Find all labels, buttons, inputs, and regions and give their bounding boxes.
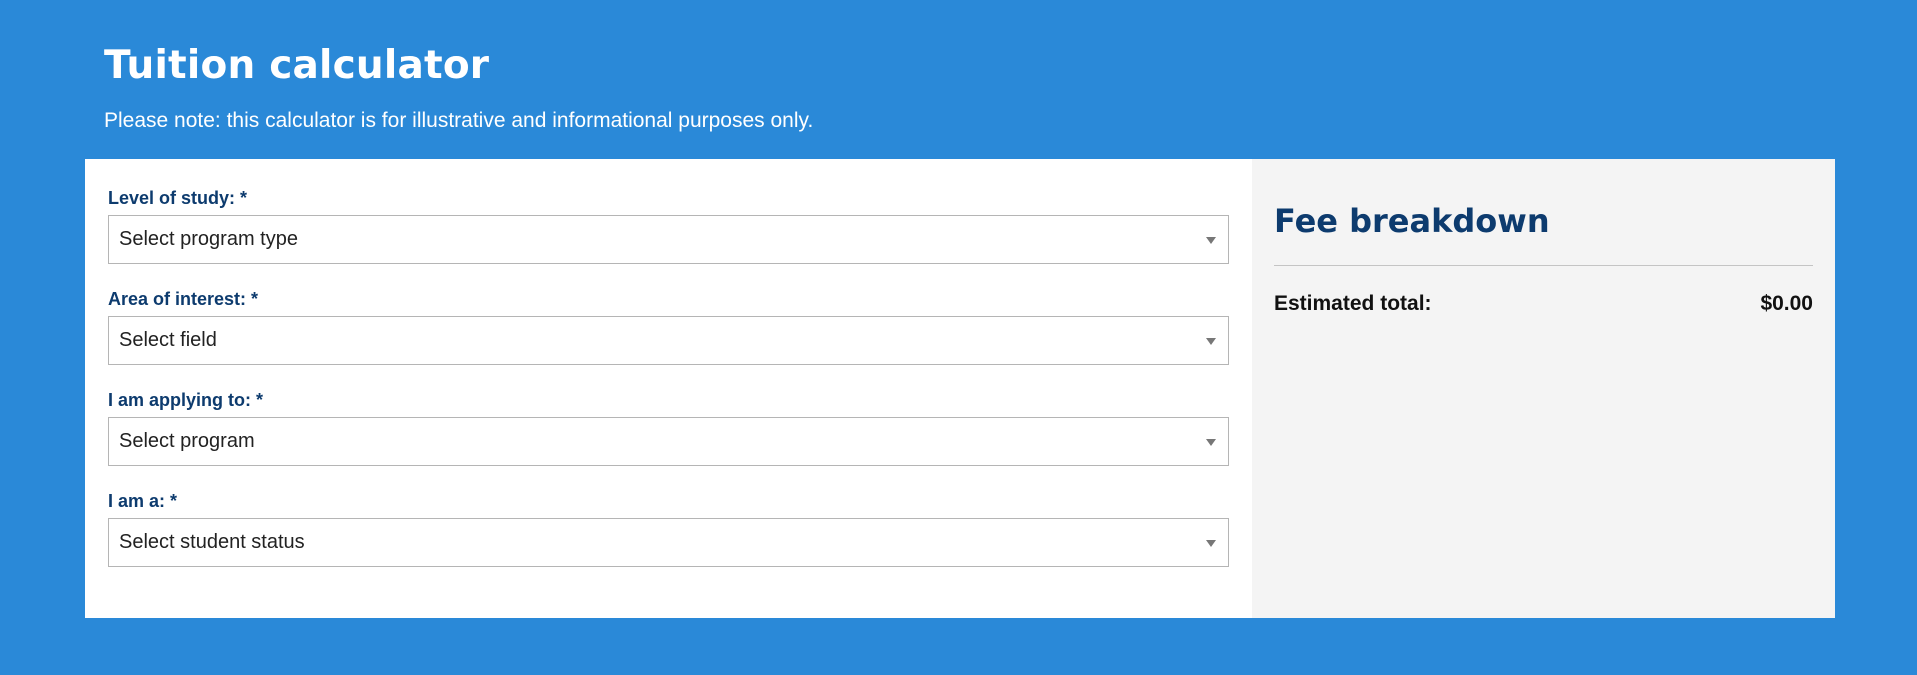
area-of-interest-select[interactable]: Select field	[108, 316, 1229, 365]
page-header: Tuition calculator Please note: this cal…	[104, 40, 813, 134]
level-of-study-value: Select program type	[119, 228, 298, 250]
estimated-total-label: Estimated total:	[1274, 292, 1432, 315]
student-status-select[interactable]: Select student status	[108, 518, 1229, 567]
disclaimer-note: Please note: this calculator is for illu…	[104, 109, 814, 132]
calculator-form: Level of study: * Select program type Ar…	[85, 159, 1252, 618]
student-status-field: I am a: * Select student status	[108, 490, 1229, 567]
chevron-down-icon	[1206, 539, 1216, 547]
applying-to-field: I am applying to: * Select program	[108, 389, 1229, 466]
estimated-total-value: $0.00	[1760, 292, 1813, 315]
chevron-down-icon	[1206, 337, 1216, 345]
level-of-study-select[interactable]: Select program type	[108, 215, 1229, 264]
calculator-card: Level of study: * Select program type Ar…	[85, 159, 1835, 618]
chevron-down-icon	[1206, 236, 1216, 244]
student-status-value: Select student status	[119, 531, 305, 553]
area-of-interest-value: Select field	[119, 329, 217, 351]
estimated-total-row: Estimated total: $0.00	[1274, 292, 1813, 316]
area-of-interest-label: Area of interest: *	[108, 289, 259, 309]
applying-to-select[interactable]: Select program	[108, 417, 1229, 466]
applying-to-value: Select program	[119, 430, 255, 452]
fee-breakdown-title: Fee breakdown	[1274, 202, 1550, 240]
student-status-label: I am a: *	[108, 491, 178, 511]
applying-to-label: I am applying to: *	[108, 390, 264, 410]
page-title: Tuition calculator	[104, 43, 490, 88]
fee-breakdown-panel: Fee breakdown Estimated total: $0.00	[1252, 159, 1835, 618]
level-of-study-label: Level of study: *	[108, 188, 248, 208]
area-of-interest-field: Area of interest: * Select field	[108, 288, 1229, 365]
chevron-down-icon	[1206, 438, 1216, 446]
level-of-study-field: Level of study: * Select program type	[108, 187, 1229, 264]
divider	[1274, 265, 1813, 266]
